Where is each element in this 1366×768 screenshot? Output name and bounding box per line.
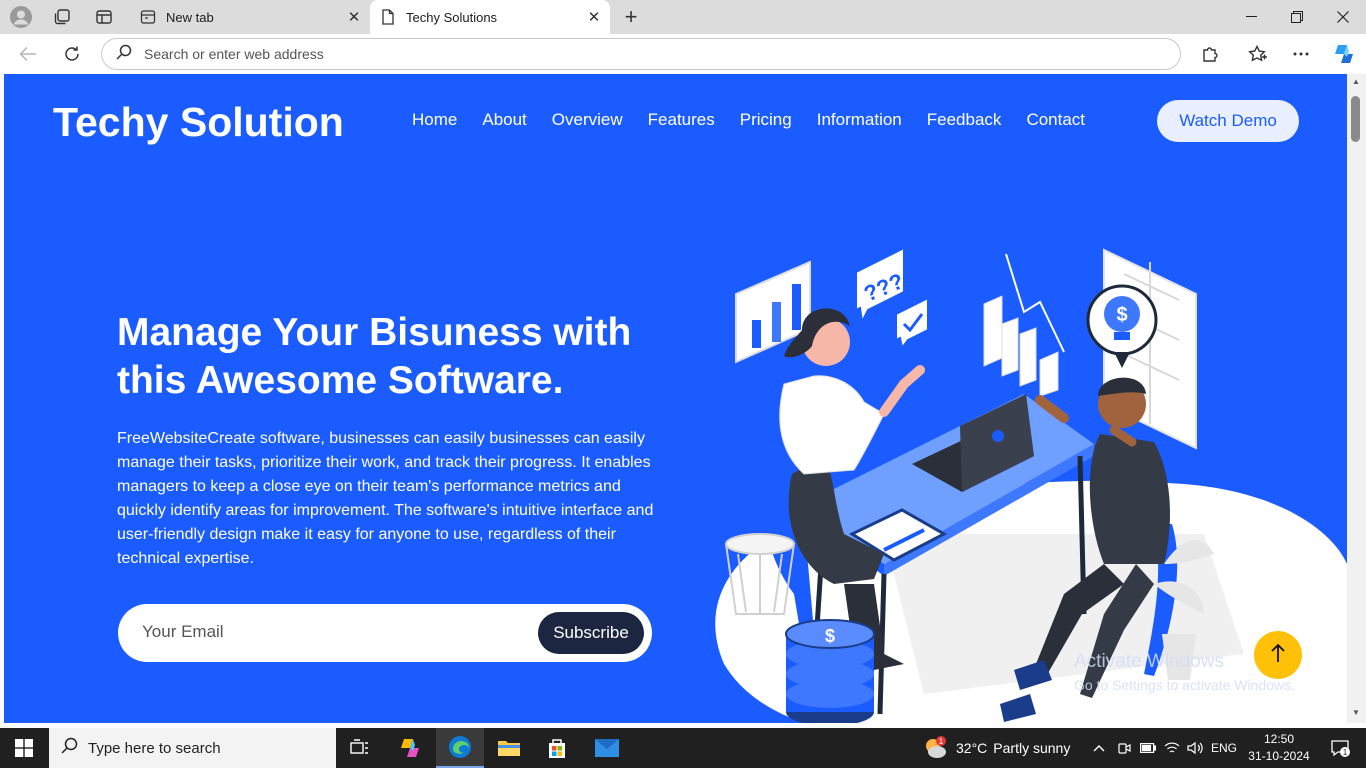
tab-label: New tab	[166, 9, 214, 25]
svg-text:$: $	[825, 626, 835, 646]
site-nav: Home About Overview Features Pricing Inf…	[412, 110, 1085, 130]
clock-time: 12:50	[1263, 732, 1295, 746]
page-icon	[380, 9, 396, 25]
growth-chart	[983, 253, 1065, 397]
arrow-up-icon	[1270, 643, 1286, 668]
subscribe-button[interactable]: Subscribe	[538, 612, 644, 654]
store-icon[interactable]	[533, 728, 581, 768]
nav-features[interactable]: Features	[648, 110, 715, 130]
notification-count: 1	[1343, 748, 1348, 757]
business-meeting-illustration: ??? $ $	[715, 246, 1347, 723]
weather-widget[interactable]: 1 32°C Partly sunny	[922, 728, 1070, 768]
restore-icon[interactable]	[1274, 0, 1320, 34]
browser-toolbar	[0, 34, 1366, 74]
nav-pricing[interactable]: Pricing	[740, 110, 792, 130]
search-icon	[61, 737, 78, 759]
tab-label: Techy Solutions	[406, 9, 498, 25]
chevron-up-icon[interactable]	[1088, 728, 1110, 768]
svg-text:$: $	[1116, 304, 1127, 326]
refresh-icon[interactable]	[56, 38, 88, 70]
hero-description: FreeWebsiteCreate software, businesses c…	[117, 430, 654, 567]
headline-line-2: this Awesome Software.	[117, 359, 564, 402]
site-brand[interactable]: Techy Solution	[53, 99, 344, 146]
tab-techy-solutions[interactable]: Techy Solutions ✕	[370, 0, 610, 34]
search-icon	[116, 44, 132, 65]
task-view-icon[interactable]	[336, 728, 384, 768]
nav-feedback[interactable]: Feedback	[927, 110, 1002, 130]
clock-date: 31-10-2024	[1248, 749, 1310, 763]
nav-information[interactable]: Information	[817, 110, 902, 130]
battery-icon[interactable]	[1137, 728, 1159, 768]
close-icon[interactable]: ✕	[342, 5, 366, 29]
workspaces-icon[interactable]	[45, 0, 79, 34]
activate-windows-title: Activate Windows	[1074, 651, 1224, 672]
activate-windows-subtitle: Go to Settings to activate Windows.	[1074, 677, 1295, 693]
mail-icon[interactable]	[583, 728, 631, 768]
back-icon[interactable]	[12, 38, 44, 70]
meet-now-icon[interactable]	[1113, 728, 1135, 768]
scroll-up-arrow-icon[interactable]: ▲	[1351, 77, 1361, 87]
browser-tab-bar: New tab ✕ Techy Solutions ✕ +	[0, 0, 1366, 34]
weather-description: Partly sunny	[993, 740, 1071, 756]
wifi-icon[interactable]	[1161, 728, 1183, 768]
copilot-icon[interactable]	[1328, 38, 1360, 70]
weather-badge: 1	[939, 737, 944, 746]
coin-stack: $	[785, 619, 875, 723]
nav-home[interactable]: Home	[412, 110, 457, 130]
email-input[interactable]	[142, 622, 522, 642]
scrollbar-thumb[interactable]	[1351, 96, 1360, 142]
scroll-down-arrow-icon[interactable]: ▼	[1351, 708, 1361, 718]
scroll-to-top-button[interactable]	[1254, 631, 1302, 679]
edge-icon[interactable]	[436, 728, 484, 768]
profile-icon[interactable]	[4, 0, 38, 34]
minimize-icon[interactable]	[1228, 0, 1274, 34]
taskbar-search-box[interactable]	[49, 728, 336, 768]
subscribe-form: Subscribe	[118, 604, 652, 662]
nav-contact[interactable]: Contact	[1026, 110, 1085, 130]
close-window-icon[interactable]	[1320, 0, 1366, 34]
copilot-app-icon[interactable]	[386, 728, 434, 768]
hero-headline: Manage Your Bisuness with this Awesome S…	[117, 309, 677, 405]
question-bubble: ???	[855, 246, 907, 326]
new-tab-icon[interactable]: +	[616, 2, 646, 32]
nav-about[interactable]: About	[482, 110, 526, 130]
checkmark-bubble	[895, 296, 929, 351]
weather-temperature: 32°C	[956, 740, 988, 756]
system-clock[interactable]: 12:50 31-10-2024	[1246, 731, 1312, 765]
new-tab-page-icon	[140, 9, 156, 25]
taskbar-search-input[interactable]	[88, 739, 318, 757]
windows-start-icon[interactable]	[0, 728, 48, 768]
language-indicator[interactable]: ENG	[1208, 728, 1240, 768]
headline-line-1: Manage Your Bisuness with	[117, 311, 632, 354]
close-icon[interactable]: ✕	[582, 5, 606, 29]
tab-new-tab[interactable]: New tab ✕	[130, 0, 370, 34]
favorites-icon[interactable]	[1242, 38, 1274, 70]
web-page: Techy Solution Home About Overview Featu…	[4, 74, 1347, 723]
windows-taskbar: 1 32°C Partly sunny ENG 12:50 31-10-2024…	[0, 728, 1366, 768]
watch-demo-button[interactable]: Watch Demo	[1157, 100, 1299, 142]
partly-sunny-icon: 1	[922, 735, 948, 761]
file-explorer-icon[interactable]	[485, 728, 533, 768]
address-input[interactable]	[144, 46, 1044, 62]
page-scrollbar[interactable]: ▲ ▼	[1347, 74, 1366, 723]
volume-icon[interactable]	[1184, 728, 1206, 768]
notification-icon[interactable]: 1	[1320, 728, 1360, 768]
address-bar[interactable]	[101, 38, 1181, 70]
extensions-icon[interactable]	[1194, 38, 1226, 70]
nav-overview[interactable]: Overview	[552, 110, 623, 130]
more-icon[interactable]	[1285, 38, 1317, 70]
tab-actions-icon[interactable]	[87, 0, 121, 34]
